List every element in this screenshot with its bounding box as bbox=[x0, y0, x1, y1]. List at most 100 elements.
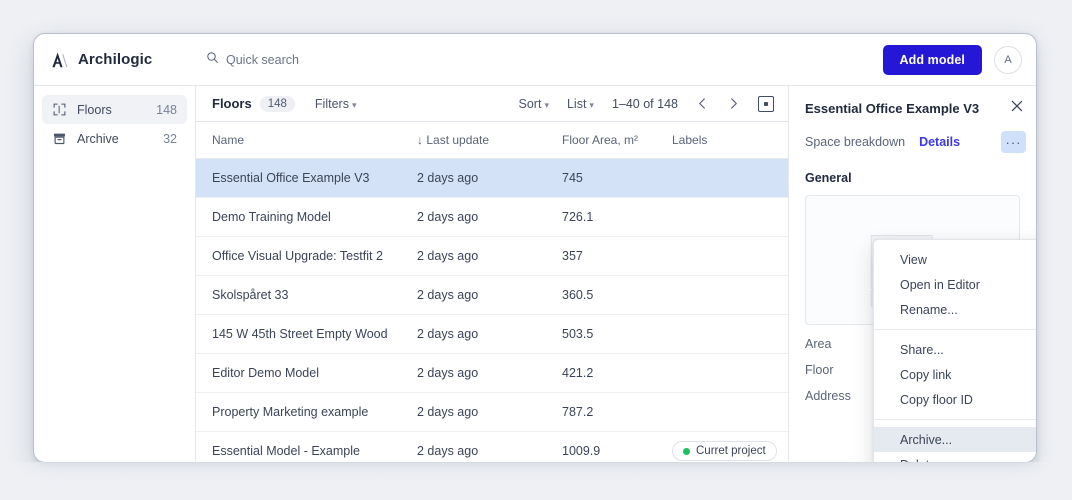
menu-item[interactable]: Rename... bbox=[874, 297, 1036, 322]
table-header-row: Name ↓ Last update Floor Area, m² Labels bbox=[196, 122, 788, 159]
cell-name: Editor Demo Model bbox=[196, 353, 401, 393]
filters-label: Filters bbox=[314, 96, 349, 111]
cell-name: Skolspåret 33 bbox=[196, 275, 401, 315]
sort-dropdown[interactable]: Sort ▾ bbox=[519, 97, 549, 111]
menu-item[interactable]: Copy floor ID bbox=[874, 387, 1036, 412]
cell-area: 357 bbox=[546, 236, 656, 276]
sidebar: Floors 148 Archive 32 bbox=[34, 86, 196, 462]
tab-space-breakdown[interactable]: Space breakdown bbox=[805, 135, 905, 149]
table-row[interactable]: Skolspåret 33 2 days ago 360.5 bbox=[196, 275, 788, 315]
cell-labels bbox=[656, 275, 788, 315]
close-icon[interactable] bbox=[1010, 99, 1024, 118]
cell-updated: 2 days ago bbox=[401, 158, 546, 198]
table-row[interactable]: Office Visual Upgrade: Testfit 22 days a… bbox=[196, 236, 788, 276]
cell-area: 726.1 bbox=[546, 197, 656, 237]
next-page-button[interactable] bbox=[727, 97, 740, 110]
table-row[interactable]: 145 W 45th Street Empty Wood 2 days ago 50… bbox=[196, 314, 788, 354]
cell-labels bbox=[656, 158, 788, 198]
table-row[interactable]: Editor Demo Model 2 days ago 421.2 bbox=[196, 353, 788, 393]
cell-labels bbox=[656, 236, 788, 276]
column-header-floor-area[interactable]: Floor Area, m² bbox=[546, 122, 656, 159]
cell-area: 360.5 bbox=[546, 275, 656, 315]
cell-labels bbox=[656, 392, 788, 432]
sidebar-item-archive-count: 32 bbox=[163, 131, 177, 146]
toggle-side-panel-button[interactable] bbox=[758, 95, 774, 112]
tab-details[interactable]: Details bbox=[919, 135, 960, 149]
view-mode-dropdown[interactable]: List ▾ bbox=[567, 97, 594, 111]
floors-table-body: Essential Office Example V3 2 days ago 745… bbox=[196, 158, 788, 462]
chevron-down-icon: ▾ bbox=[351, 99, 357, 110]
list-count-badge: 148 bbox=[259, 95, 295, 112]
chevron-down-icon: ▾ bbox=[544, 99, 549, 110]
status-dot-icon bbox=[683, 447, 690, 455]
menu-item[interactable]: Delete... bbox=[874, 452, 1036, 463]
sidebar-item-floors-count: 148 bbox=[156, 102, 177, 117]
top-bar: Archilogic Add model A bbox=[34, 34, 1036, 86]
filters-dropdown[interactable]: Filters ▾ bbox=[315, 97, 357, 111]
app-window: Archilogic Add model A bbox=[33, 33, 1037, 463]
cell-name: Essential Model - Example bbox=[196, 431, 401, 462]
window-right-fade bbox=[1037, 0, 1072, 500]
cell-area: 503.5 bbox=[546, 314, 656, 354]
prev-page-button[interactable] bbox=[696, 97, 709, 110]
detail-panel-title: Essential Office Example V3 bbox=[805, 101, 980, 116]
context-menu[interactable]: View Open in Editor Rename... Share... Copy … bbox=[873, 239, 1036, 463]
archive-box-icon bbox=[52, 132, 67, 145]
status-badge: Curret project bbox=[672, 441, 777, 461]
sidebar-item-archive[interactable]: Archive 32 bbox=[42, 124, 187, 153]
cell-name: 145 W 45th Street Empty Wood bbox=[196, 314, 401, 354]
main-content: Floors 148 Filters ▾ Sort ▾ List ▾ 1–40 of … bbox=[196, 86, 788, 462]
pagination-range: 1–40 of 148 bbox=[611, 96, 678, 111]
toggle-dot bbox=[764, 101, 768, 106]
cell-name: Property Marketing example bbox=[196, 392, 401, 432]
more-options-button[interactable]: ··· bbox=[1001, 131, 1026, 153]
table-row[interactable]: Essential Office Example V3 2 days ago 745 bbox=[196, 158, 788, 198]
floors-table: Name ↓ Last update Floor Area, m² Labels… bbox=[196, 122, 788, 462]
list-toolbar-right: Sort ▾ List ▾ 1–40 of 148 bbox=[519, 95, 774, 112]
list-toolbar: Floors 148 Filters ▾ Sort ▾ List ▾ 1–40 of … bbox=[196, 86, 788, 122]
floor-plan-icon bbox=[52, 103, 67, 116]
quick-search[interactable] bbox=[206, 51, 426, 69]
cell-area: 1009.9 bbox=[546, 431, 656, 462]
column-header-labels[interactable]: Labels bbox=[656, 122, 788, 159]
list-title: Floors bbox=[212, 96, 252, 111]
cell-labels bbox=[656, 353, 788, 393]
cell-updated: 2 days ago bbox=[401, 197, 546, 237]
cell-area: 745 bbox=[546, 158, 656, 198]
sidebar-item-floors-label: Floors bbox=[77, 102, 112, 117]
cell-updated: 2 days ago bbox=[401, 275, 546, 315]
sidebar-item-floors[interactable]: Floors 148 bbox=[42, 95, 187, 124]
cell-updated: 2 days ago bbox=[401, 314, 546, 354]
sort-label: Sort bbox=[518, 96, 542, 111]
cell-updated: 2 days ago bbox=[401, 431, 546, 462]
sidebar-item-archive-label: Archive bbox=[77, 131, 119, 146]
brand: Archilogic bbox=[34, 50, 196, 70]
chevron-down-icon: ▾ bbox=[589, 99, 594, 110]
menu-item[interactable]: Open in Editor bbox=[874, 272, 1036, 297]
view-mode-label: List bbox=[566, 96, 587, 111]
sort-arrow-icon: ↓ bbox=[417, 133, 423, 147]
avatar[interactable]: A bbox=[994, 45, 1022, 74]
table-row[interactable]: Essential Model - Example 2 days ago 1009.… bbox=[196, 431, 788, 462]
menu-item[interactable]: Share... bbox=[874, 337, 1036, 362]
add-model-button[interactable]: Add model bbox=[882, 44, 982, 75]
column-header-name[interactable]: Name bbox=[196, 122, 401, 159]
floors-table-wrap: Name ↓ Last update Floor Area, m² Labels… bbox=[196, 122, 788, 462]
cell-labels bbox=[656, 314, 788, 354]
table-row[interactable]: Property Marketing example 2 days ago 787.… bbox=[196, 392, 788, 432]
detail-panel-header: Essential Office Example V3 bbox=[789, 86, 1036, 127]
detail-section-general: General bbox=[805, 171, 852, 185]
search-input[interactable] bbox=[226, 52, 426, 67]
column-header-last-update[interactable]: ↓ Last update bbox=[401, 122, 546, 159]
cell-name: Office Visual Upgrade: Testfit 2 bbox=[196, 236, 401, 276]
window-bottom-fade bbox=[0, 462, 1072, 500]
menu-item[interactable]: Archive... bbox=[874, 427, 1036, 452]
menu-item[interactable]: Copy link bbox=[874, 362, 1036, 387]
cell-labels bbox=[656, 197, 788, 237]
status-badge-label: Curret project bbox=[696, 445, 766, 457]
menu-item[interactable]: View bbox=[874, 247, 1036, 272]
cell-updated: 2 days ago bbox=[401, 236, 546, 276]
table-row[interactable]: Demo Training Model 2 days ago 726.1 bbox=[196, 197, 788, 237]
cell-area: 787.2 bbox=[546, 392, 656, 432]
archilogic-logo-icon bbox=[50, 50, 70, 70]
